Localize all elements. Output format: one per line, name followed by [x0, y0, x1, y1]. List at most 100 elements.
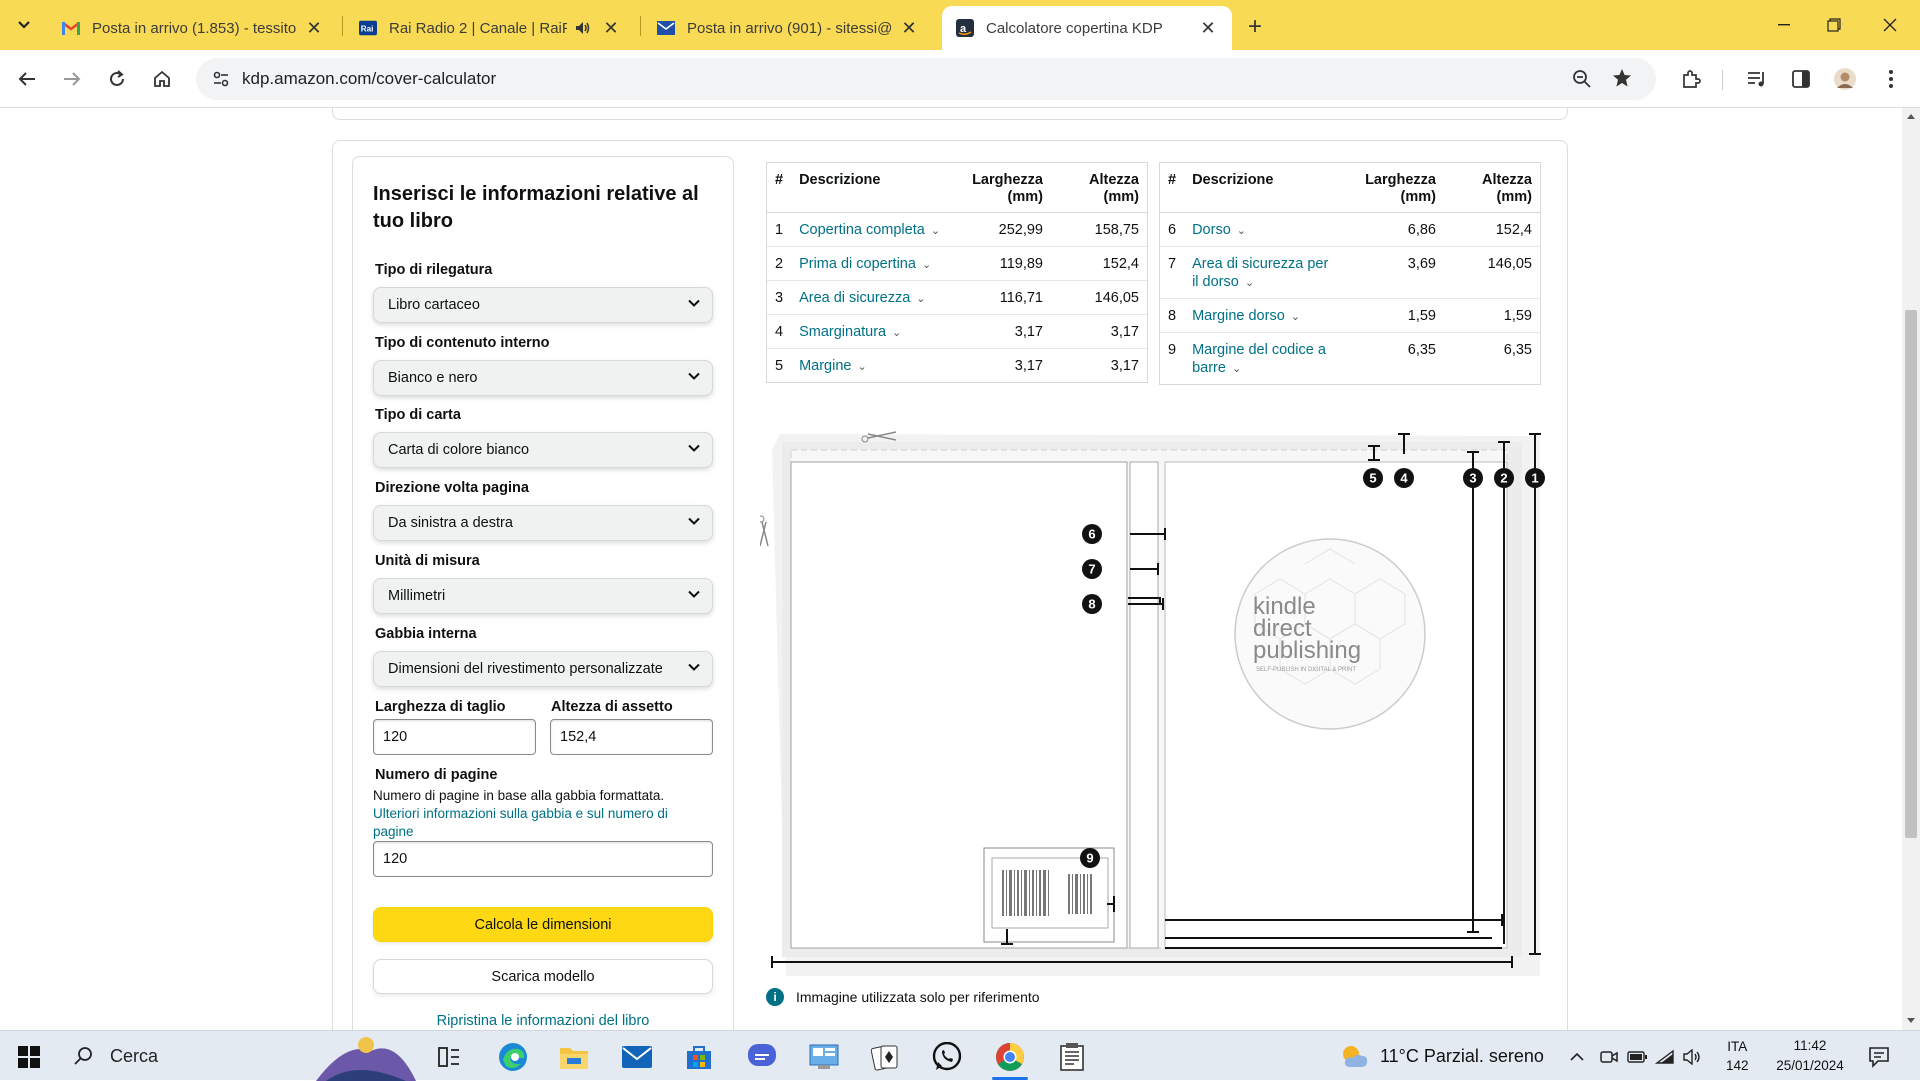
notes-app-icon[interactable]: [1055, 1040, 1089, 1074]
show-hidden-icons[interactable]: [1562, 1040, 1592, 1074]
side-panel-button[interactable]: [1784, 62, 1818, 96]
start-button[interactable]: [12, 1040, 46, 1074]
browser-menu-button[interactable]: [1874, 62, 1908, 96]
pages-input[interactable]: 120: [373, 841, 713, 877]
home-button[interactable]: [145, 62, 179, 96]
row-index: 6: [1160, 212, 1185, 247]
unit-value: Millimetri: [388, 588, 446, 604]
paper-select[interactable]: Carta di colore bianco: [373, 432, 713, 468]
bookmark-star-icon[interactable]: [1612, 68, 1632, 88]
zoom-icon[interactable]: [1572, 69, 1592, 89]
input-language[interactable]: ITA 142: [1726, 1031, 1749, 1081]
mail-app-icon[interactable]: [620, 1040, 654, 1074]
edge-icon[interactable]: [496, 1040, 530, 1074]
whatsapp-icon[interactable]: [930, 1040, 964, 1074]
windows-logo-icon: [18, 1046, 40, 1068]
close-tab-icon[interactable]: ✕: [1198, 18, 1218, 38]
close-tab-icon[interactable]: ✕: [601, 18, 621, 38]
download-template-button[interactable]: Scarica modello: [373, 959, 713, 994]
col-height: Altezza (mm): [1051, 163, 1147, 213]
speaker-icon[interactable]: [573, 18, 593, 38]
info-icon: i: [766, 988, 784, 1006]
table-row: 4 Smarginatura ⌄ 3,17 3,17: [767, 314, 1147, 349]
trim-height-input[interactable]: 152,4: [550, 719, 713, 755]
tab-search-button[interactable]: [8, 9, 40, 41]
chrome-icon[interactable]: [993, 1040, 1027, 1074]
logo-text: publishing: [1253, 637, 1361, 664]
marker-8: 8: [1082, 594, 1102, 614]
interior-select[interactable]: Bianco e nero: [373, 360, 713, 396]
col-width: Larghezza (mm): [951, 163, 1051, 213]
back-button[interactable]: [10, 62, 44, 96]
svg-text:7: 7: [1088, 562, 1095, 577]
unit-select[interactable]: Millimetri: [373, 578, 713, 614]
close-tab-icon[interactable]: ✕: [304, 18, 324, 38]
tab-raiplay[interactable]: Rai Rai Radio 2 | Canale | RaiPlay ✕: [345, 6, 635, 50]
profile-avatar[interactable]: [1828, 62, 1862, 96]
row-index: 2: [767, 246, 792, 281]
scroll-thumb[interactable]: [1905, 310, 1917, 838]
control-panel-icon[interactable]: [807, 1040, 841, 1074]
notifications-icon[interactable]: [1862, 1040, 1896, 1074]
solitaire-icon[interactable]: [868, 1040, 902, 1074]
taskbar-search[interactable]: Cerca: [66, 1031, 416, 1081]
browser-toolbar: kdp.amazon.com/cover-calculator: [0, 50, 1920, 108]
binding-select[interactable]: Libro cartaceo: [373, 287, 713, 323]
row-description-link[interactable]: Area di sicurezza ⌄: [791, 280, 951, 315]
file-explorer-icon[interactable]: [557, 1040, 591, 1074]
binding-value: Libro cartaceo: [388, 297, 480, 313]
reload-button[interactable]: [100, 62, 134, 96]
tab-kdp-active[interactable]: a Calcolatore copertina KDP ✕: [942, 6, 1232, 50]
svg-text:1: 1: [1531, 471, 1538, 486]
forward-button[interactable]: [55, 62, 89, 96]
page-turn-select[interactable]: Da sinistra a destra: [373, 505, 713, 541]
row-description-link[interactable]: Smarginatura ⌄: [791, 314, 951, 349]
marker-7: 7: [1082, 559, 1102, 579]
site-info-icon[interactable]: [212, 70, 230, 88]
row-height: 3,17: [1110, 358, 1139, 374]
close-window-button[interactable]: [1862, 0, 1918, 50]
row-description-link[interactable]: Margine del codice a barre ⌄: [1184, 333, 1344, 385]
extensions-button[interactable]: [1674, 62, 1708, 96]
chat-app-icon[interactable]: [745, 1040, 779, 1074]
reset-link[interactable]: Ripristina le informazioni del libro: [353, 1013, 733, 1029]
battery-icon[interactable]: [1624, 1040, 1650, 1074]
row-description-link[interactable]: Copertina completa ⌄: [791, 212, 951, 247]
media-control-button[interactable]: [1740, 62, 1774, 96]
clock[interactable]: 11:42 25/01/2024: [1770, 1031, 1850, 1081]
chevron-down-icon: ⌄: [921, 259, 932, 271]
meet-now-icon[interactable]: [1596, 1040, 1622, 1074]
wifi-icon[interactable]: [1652, 1040, 1678, 1074]
marker-3: 3: [1463, 468, 1483, 488]
new-tab-button[interactable]: +: [1240, 12, 1270, 42]
tab-title: Posta in arrivo (901) - sitessi@ti: [687, 19, 891, 37]
book-info-form: Inserisci le informazioni relative al tu…: [352, 156, 734, 1030]
row-description-link[interactable]: Area di sicurezza per il dorso ⌄: [1184, 246, 1344, 299]
restore-button[interactable]: [1806, 0, 1862, 50]
tab-gmail[interactable]: Posta in arrivo (1.853) - tessitore ✕: [48, 6, 338, 50]
row-description-link[interactable]: Margine dorso ⌄: [1184, 298, 1344, 333]
address-bar[interactable]: kdp.amazon.com/cover-calculator: [196, 58, 1656, 100]
row-index: 3: [767, 280, 792, 315]
row-height: 146,05: [1051, 280, 1147, 315]
pages-info-link[interactable]: Ulteriori informazioni sulla gabbia e su…: [373, 805, 703, 841]
chevron-down-icon: [18, 21, 30, 29]
task-view-icon[interactable]: [432, 1040, 466, 1074]
trim-height-label: Altezza di assetto: [551, 699, 673, 715]
dimensions-table-left: # Descrizione Larghezza (mm) Altezza (mm…: [766, 162, 1148, 383]
store-icon[interactable]: [682, 1040, 716, 1074]
tab-posta[interactable]: Posta in arrivo (901) - sitessi@ti ✕: [643, 6, 933, 50]
volume-icon[interactable]: [1680, 1040, 1706, 1074]
trim-size-select[interactable]: Dimensioni del rivestimento personalizza…: [373, 651, 713, 687]
row-description-link[interactable]: Margine ⌄: [791, 349, 951, 383]
trim-width-input[interactable]: 120: [373, 719, 536, 755]
chevron-down-icon: [688, 372, 700, 380]
row-description-link[interactable]: Prima di copertina ⌄: [791, 246, 951, 281]
row-description-link[interactable]: Dorso ⌄: [1184, 212, 1344, 247]
page-scrollbar[interactable]: [1902, 108, 1920, 1030]
close-tab-icon[interactable]: ✕: [899, 18, 919, 38]
weather-widget[interactable]: 11°C Parzial. sereno: [1340, 1031, 1544, 1081]
calculate-button[interactable]: Calcola le dimensioni: [373, 907, 713, 942]
minimize-button[interactable]: [1756, 0, 1812, 50]
row-width: 1,59: [1344, 298, 1444, 333]
